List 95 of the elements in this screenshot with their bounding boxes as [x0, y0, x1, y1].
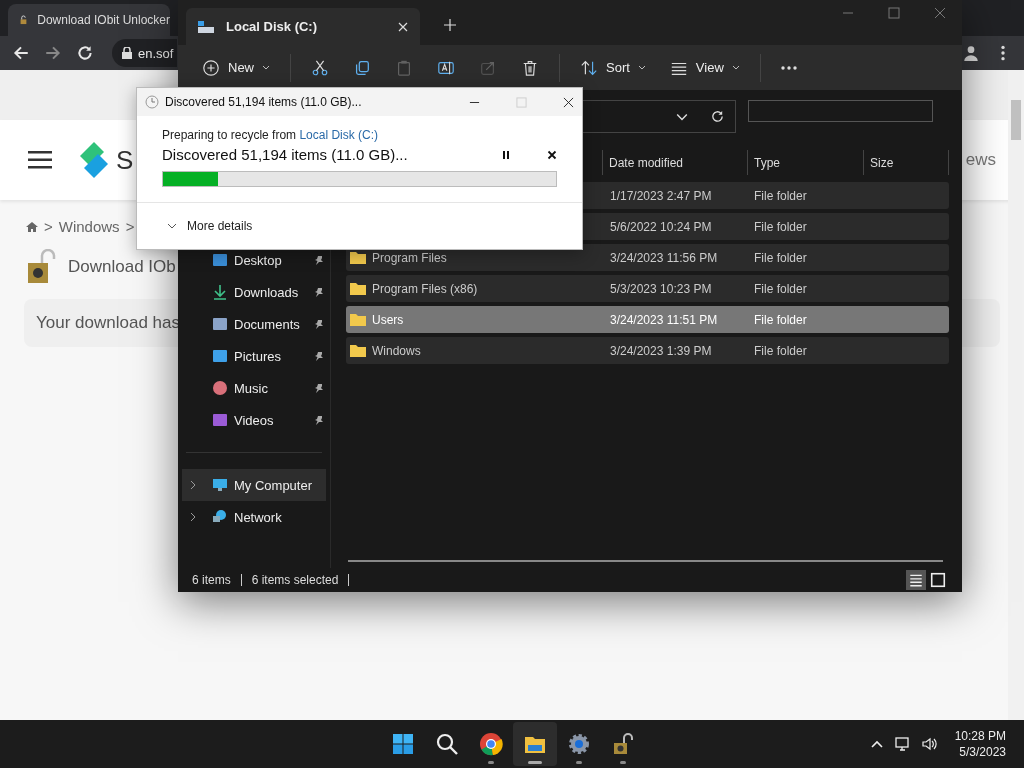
- picture-icon: [212, 348, 228, 364]
- video-icon: [212, 412, 228, 428]
- nav-item[interactable]: My Computer: [182, 469, 326, 501]
- file-name: Users: [372, 312, 404, 327]
- nav-item[interactable]: Network: [182, 501, 326, 533]
- pause-icon[interactable]: [501, 149, 511, 160]
- source-link[interactable]: Local Disk (C:): [299, 128, 379, 142]
- date-cell-text: 5/3/2023 10:23 PM: [610, 281, 713, 296]
- date-cell-text: 3/24/2023 11:51 PM: [610, 312, 719, 327]
- column-header[interactable]: Type: [748, 150, 864, 175]
- close-icon[interactable]: [563, 96, 574, 108]
- date-cell-text: 1/17/2023 2:47 PM: [610, 188, 713, 203]
- breadcrumb-separator: >: [125, 218, 135, 235]
- chevron-down-icon: [167, 223, 177, 229]
- address-bar[interactable]: en.sof: [112, 39, 178, 67]
- nav-item[interactable]: Videos: [178, 404, 330, 436]
- progress-status: Discovered 51,194 items (11.0 GB)...: [162, 146, 409, 163]
- chevron-icon[interactable]: [190, 480, 196, 490]
- toolbar-button[interactable]: View: [659, 50, 750, 85]
- caret-icon: [637, 65, 646, 70]
- taskbar-icon[interactable]: [513, 722, 557, 766]
- column-header[interactable]: Size: [864, 150, 949, 175]
- monitor-icon: [212, 477, 228, 493]
- file-row[interactable]: Windows 3/24/2023 1:39 PM File folder: [346, 337, 949, 364]
- home-icon[interactable]: [26, 220, 38, 233]
- type-cell: File folder: [754, 312, 807, 327]
- lock-icon: [122, 47, 132, 59]
- file-row[interactable]: Program Files (x86) 5/3/2023 10:23 PM File folder: [346, 275, 949, 302]
- caret-icon: [262, 65, 270, 70]
- menu-icon[interactable]: [28, 151, 52, 169]
- status-text: 6 items selected: [251, 573, 339, 587]
- refresh-icon[interactable]: [710, 109, 725, 124]
- padlock-icon: [26, 249, 56, 285]
- clock-date[interactable]: 5/3/2023: [959, 744, 1006, 760]
- source-label: Preparing to recycle from: [162, 128, 297, 142]
- file-row[interactable]: Program Files 3/24/2023 11:56 PM File folder: [346, 244, 949, 271]
- window-tab[interactable]: Local Disk (C:): [186, 8, 420, 45]
- toolbar-button[interactable]: New: [192, 50, 280, 85]
- pin-icon[interactable]: [314, 351, 324, 361]
- network-icon[interactable]: [894, 736, 911, 752]
- maximize-icon: [516, 96, 527, 108]
- site-name[interactable]: S: [116, 144, 134, 176]
- folder-icon: [350, 313, 366, 326]
- date-cell-text: 3/24/2023 11:56 PM: [610, 250, 719, 265]
- breadcrumb-separator: >: [44, 218, 53, 235]
- type-cell: File folder: [754, 250, 807, 265]
- pin-icon[interactable]: [314, 383, 324, 393]
- folder-icon: [350, 282, 366, 295]
- folder-icon: [350, 344, 366, 357]
- chevron-icon[interactable]: [190, 512, 196, 522]
- file-name: Program Files: [372, 250, 447, 265]
- search-field[interactable]: [748, 100, 933, 122]
- nav-item[interactable]: Music: [178, 372, 330, 404]
- download-icon: [212, 284, 228, 300]
- date-cell-text: 5/6/2022 10:24 PM: [610, 219, 713, 234]
- pin-icon[interactable]: [314, 287, 324, 297]
- pin-icon[interactable]: [314, 415, 324, 425]
- maximize-icon[interactable]: [888, 7, 900, 19]
- nav-link[interactable]: ews: [965, 150, 996, 170]
- toolbar-button[interactable]: Sort: [570, 50, 656, 85]
- type-cell: File folder: [754, 281, 807, 296]
- nav-item[interactable]: Documents: [178, 308, 330, 340]
- desktop-icon: [212, 252, 228, 268]
- list-icon: [908, 572, 924, 588]
- reload-icon[interactable]: [76, 44, 94, 62]
- browser-tab[interactable]: Download IObit Unlocker: [8, 4, 170, 36]
- file-row[interactable]: Users 3/24/2023 11:51 PM File folder: [346, 306, 949, 333]
- dialog-title: Discovered 51,194 items (11.0 GB)...: [165, 95, 363, 109]
- drive-icon: [198, 20, 214, 33]
- forward-icon[interactable]: [44, 44, 62, 62]
- document-icon: [212, 316, 228, 332]
- page-title: Download IOb: [68, 257, 176, 277]
- profile-icon[interactable]: [962, 44, 980, 62]
- pin-icon[interactable]: [314, 255, 324, 265]
- pin-icon[interactable]: [314, 319, 324, 329]
- more-details-button[interactable]: More details: [165, 217, 255, 235]
- clock-icon: [145, 95, 159, 109]
- clock-time[interactable]: 10:28 PM: [954, 728, 1006, 744]
- speaker-icon[interactable]: [920, 736, 937, 752]
- new-tab-icon[interactable]: [444, 19, 456, 31]
- network-icon: [212, 509, 228, 525]
- tiles-view-button[interactable]: [928, 570, 948, 590]
- file-name: Program Files (x86): [372, 281, 478, 296]
- back-icon[interactable]: [12, 44, 30, 62]
- breadcrumb-link[interactable]: Windows: [58, 218, 120, 235]
- column-header[interactable]: Date modified: [603, 150, 748, 175]
- close-icon[interactable]: [547, 149, 557, 160]
- type-cell: File folder: [754, 219, 807, 234]
- caret-icon: [731, 65, 740, 70]
- type-cell: File folder: [754, 188, 807, 203]
- details-view-button[interactable]: [906, 570, 926, 590]
- square-icon: [930, 572, 946, 588]
- status-text: 6 items: [192, 573, 231, 587]
- scrollbar[interactable]: [348, 560, 943, 562]
- music-icon: [212, 380, 228, 396]
